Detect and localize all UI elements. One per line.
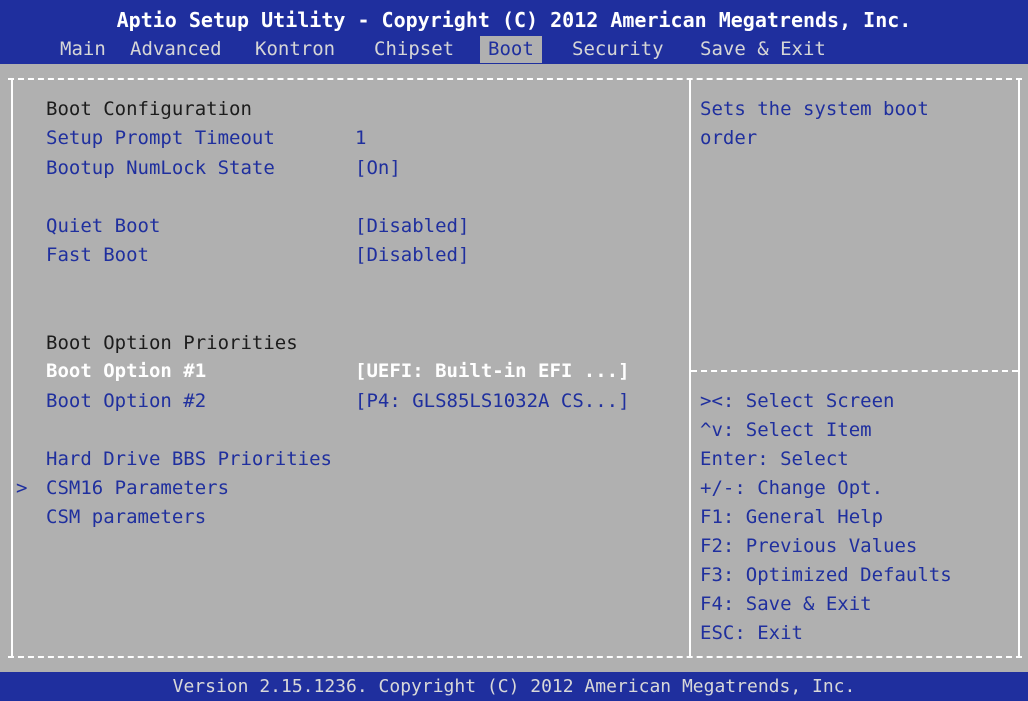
fast-boot-label[interactable]: Fast Boot	[46, 242, 149, 268]
boot-option-1-value[interactable]: [UEFI: Built-in EFI ...]	[355, 358, 630, 384]
key-hint-enter: Enter: Select	[700, 448, 849, 470]
boot-option-priorities-header: Boot Option Priorities	[46, 332, 298, 354]
boot-option-1-label[interactable]: Boot Option #1	[46, 358, 206, 384]
window-title: Aptio Setup Utility - Copyright (C) 2012…	[116, 8, 912, 32]
tab-save-exit[interactable]: Save & Exit	[700, 36, 826, 63]
submenu-marker-icon: >	[16, 477, 28, 499]
boot-option-2-value[interactable]: [P4: GLS85LS1032A CS...]	[355, 388, 630, 414]
left-border	[11, 80, 13, 656]
tab-boot[interactable]: Boot	[480, 36, 542, 63]
key-hint-change-opt: +/-: Change Opt.	[700, 477, 884, 499]
key-hint-f3: F3: Optimized Defaults	[700, 564, 952, 586]
hard-drive-bbs-priorities[interactable]: Hard Drive BBS Priorities	[46, 446, 332, 472]
bottom-border	[8, 656, 1022, 658]
setup-prompt-timeout-label[interactable]: Setup Prompt Timeout	[46, 125, 275, 151]
key-hint-select-screen: ><: Select Screen	[700, 390, 895, 412]
top-border	[8, 78, 1022, 80]
help-separator	[691, 370, 1018, 372]
key-hint-f2: F2: Previous Values	[700, 535, 918, 557]
key-hint-select-item: ^v: Select Item	[700, 419, 872, 441]
boot-option-2-label[interactable]: Boot Option #2	[46, 388, 206, 414]
key-hint-f4: F4: Save & Exit	[700, 593, 872, 615]
csm16-parameters[interactable]: CSM16 Parameters	[46, 475, 229, 501]
key-hint-f1: F1: General Help	[700, 506, 884, 528]
quiet-boot-label[interactable]: Quiet Boot	[46, 213, 160, 239]
csm-parameters[interactable]: CSM parameters	[46, 504, 206, 530]
bootup-numlock-value[interactable]: [On]	[355, 155, 401, 181]
boot-config-header: Boot Configuration	[46, 98, 252, 120]
tab-kontron[interactable]: Kontron	[255, 36, 335, 63]
header-bar: Aptio Setup Utility - Copyright (C) 2012…	[0, 0, 1028, 64]
bootup-numlock-label[interactable]: Bootup NumLock State	[46, 155, 275, 181]
help-description-line-1: Sets the system boot	[700, 98, 929, 120]
right-border	[1018, 80, 1020, 656]
fast-boot-value[interactable]: [Disabled]	[355, 242, 469, 268]
setup-prompt-timeout-value[interactable]: 1	[355, 125, 366, 151]
tab-chipset[interactable]: Chipset	[374, 36, 454, 63]
tab-main[interactable]: Main	[60, 36, 106, 63]
key-hint-esc: ESC: Exit	[700, 622, 803, 644]
help-description-line-2: order	[700, 127, 758, 149]
bios-screen: Aptio Setup Utility - Copyright (C) 2012…	[0, 0, 1028, 701]
tab-advanced[interactable]: Advanced	[130, 36, 222, 63]
panel-divider	[689, 80, 691, 656]
quiet-boot-value[interactable]: [Disabled]	[355, 213, 469, 239]
footer-version: Version 2.15.1236. Copyright (C) 2012 Am…	[0, 672, 1028, 701]
tab-security[interactable]: Security	[572, 36, 664, 63]
